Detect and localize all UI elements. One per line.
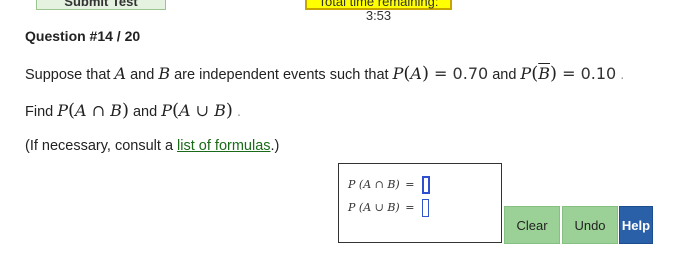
time-remaining: Total time remaining: 3:53: [305, 0, 452, 23]
union-expr: A ∪ B: [179, 101, 226, 120]
statement-text: Suppose that: [25, 67, 115, 83]
statement-text: are independent events such that: [170, 67, 393, 83]
answer-p: P: [348, 201, 356, 214]
prob-p: P: [392, 64, 404, 83]
prob-p: P: [57, 101, 69, 120]
intersection-expr: A ∩ B: [75, 101, 122, 120]
task-text: Find: [25, 104, 58, 120]
answer-expr: (A ∩ B): [358, 178, 400, 191]
prob-b-complement-value: 0.10: [580, 64, 617, 83]
paren-open: (: [171, 100, 180, 121]
task-text: and: [128, 104, 162, 120]
paren-open: (: [68, 100, 76, 121]
question-task: Find P(A ∩ B) and P(A ∪ B) .: [25, 100, 241, 121]
paren-close: ): [121, 100, 129, 121]
formulas-hint: (If necessary, consult a list of formula…: [25, 138, 279, 154]
union-answer-input[interactable]: [421, 199, 429, 217]
hint-text: .): [270, 138, 280, 154]
submit-test-button[interactable]: Submit Test: [36, 0, 166, 10]
paren-close: ): [225, 100, 233, 121]
formulas-link[interactable]: list of formulas: [177, 138, 270, 154]
question-header: Question #14 / 20: [25, 28, 141, 44]
answer-row-intersection: P (A ∩ B) =: [348, 176, 430, 194]
paren-close: ): [421, 63, 429, 84]
event-a: A: [114, 64, 127, 83]
answer-p: P: [348, 178, 356, 191]
prob-a-var: A: [410, 64, 422, 83]
help-button[interactable]: Help: [619, 206, 653, 244]
statement-text: and: [488, 67, 521, 83]
answer-equals: =: [405, 178, 415, 191]
prob-a-value: 0.70: [452, 64, 489, 83]
intersection-answer-input[interactable]: [421, 176, 430, 194]
prob-p: P: [520, 64, 532, 83]
paren-close: ): [549, 63, 558, 84]
equals: =: [557, 64, 581, 83]
hint-text: (If necessary, consult a: [25, 138, 178, 154]
statement-text: and: [126, 67, 159, 83]
question-page: Submit Test Total time remaining: 3:53 Q…: [0, 0, 689, 260]
answer-expr: (A ∪ B): [358, 201, 400, 214]
clear-button[interactable]: Clear: [504, 206, 560, 244]
answer-box: P (A ∩ B) = P (A ∪ B) =: [338, 163, 502, 243]
prob-p: P: [161, 101, 172, 120]
answer-equals: =: [405, 201, 415, 214]
undo-button[interactable]: Undo: [562, 206, 618, 244]
prob-b-complement-var: B: [538, 64, 550, 83]
equals: =: [428, 64, 453, 83]
period: .: [232, 104, 241, 120]
answer-row-union: P (A ∪ B) =: [348, 199, 429, 217]
question-statement: Suppose that A and B are independent eve…: [25, 63, 624, 84]
period: .: [616, 67, 625, 83]
event-b: B: [158, 64, 171, 83]
